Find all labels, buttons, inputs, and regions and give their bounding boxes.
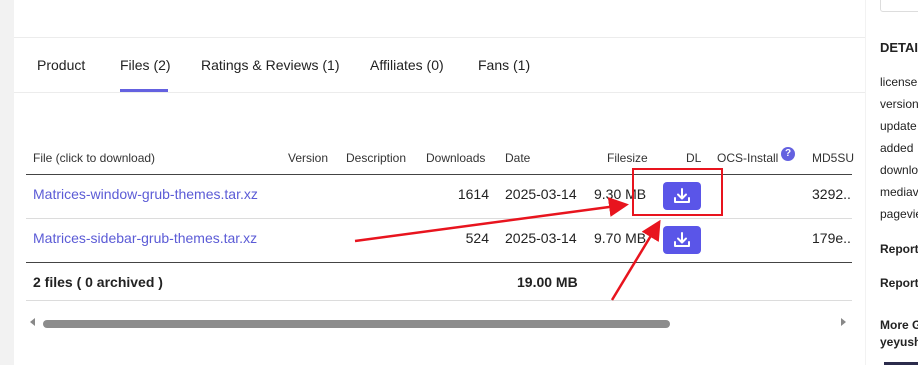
tab-ratings-reviews[interactable]: Ratings & Reviews (1) <box>201 57 340 73</box>
details-heading: DETAI <box>880 40 918 55</box>
col-header-downloads[interactable]: Downloads <box>426 151 485 165</box>
download-button[interactable] <box>663 226 701 254</box>
downloads-count: 1614 <box>457 186 489 202</box>
files-summary: 2 files ( 0 archived ) <box>33 274 163 290</box>
details-line: update <box>880 119 917 133</box>
col-header-version[interactable]: Version <box>288 151 328 165</box>
sidebar-top-box[interactable] <box>880 0 918 12</box>
md5-value: 179e.. <box>812 230 851 246</box>
details-line: version <box>880 97 918 111</box>
footer-divider <box>26 262 852 263</box>
report-link[interactable]: Report <box>880 242 918 256</box>
details-sidebar: DETAI license version update added downl… <box>866 0 918 365</box>
tab-fans[interactable]: Fans (1) <box>478 57 530 73</box>
file-link[interactable]: Matrices-window-grub-themes.tar.xz <box>33 186 258 202</box>
md5-value: 3292.. <box>812 186 851 202</box>
scrollbar-thumb[interactable] <box>43 320 670 328</box>
details-line: downlo <box>880 163 918 177</box>
tab-affiliates[interactable]: Affiliates (0) <box>370 57 444 73</box>
file-date: 2025-03-14 <box>505 186 577 202</box>
main-content <box>14 0 865 365</box>
help-icon[interactable]: ? <box>781 147 795 161</box>
report-link[interactable]: Report <box>880 276 918 290</box>
downloads-count: 524 <box>465 230 489 246</box>
tab-product[interactable]: Product <box>37 57 85 73</box>
file-date: 2025-03-14 <box>505 230 577 246</box>
annotation-highlight-box <box>632 168 723 216</box>
tab-files[interactable]: Files (2) <box>120 57 171 73</box>
details-line: added <box>880 141 914 155</box>
total-size: 19.00 MB <box>517 274 578 290</box>
file-link[interactable]: Matrices-sidebar-grub-themes.tar.xz <box>33 230 257 246</box>
file-size: 9.70 MB <box>594 230 647 246</box>
scroll-right-arrow[interactable] <box>841 318 846 326</box>
header-divider <box>26 174 852 175</box>
more-from-heading: More G <box>880 318 918 332</box>
top-band <box>14 0 865 38</box>
active-tab-indicator <box>120 89 168 92</box>
col-header-date[interactable]: Date <box>505 151 530 165</box>
details-line: mediav <box>880 185 918 199</box>
table-bottom-divider <box>26 300 852 301</box>
details-line: license <box>880 75 918 89</box>
col-header-file[interactable]: File (click to download) <box>33 151 155 165</box>
download-icon <box>674 232 690 247</box>
author-name[interactable]: yeyush <box>880 335 918 349</box>
tabs-divider <box>14 92 865 93</box>
col-header-md5sum: MD5SU <box>812 151 855 165</box>
col-header-description[interactable]: Description <box>346 151 406 165</box>
col-header-ocs-install: OCS-Install <box>717 151 779 165</box>
col-header-dl: DL <box>686 151 702 165</box>
row-divider <box>26 218 852 219</box>
col-header-filesize[interactable]: Filesize <box>607 151 648 165</box>
details-line: pagevie <box>880 207 918 221</box>
scroll-left-arrow[interactable] <box>30 318 35 326</box>
